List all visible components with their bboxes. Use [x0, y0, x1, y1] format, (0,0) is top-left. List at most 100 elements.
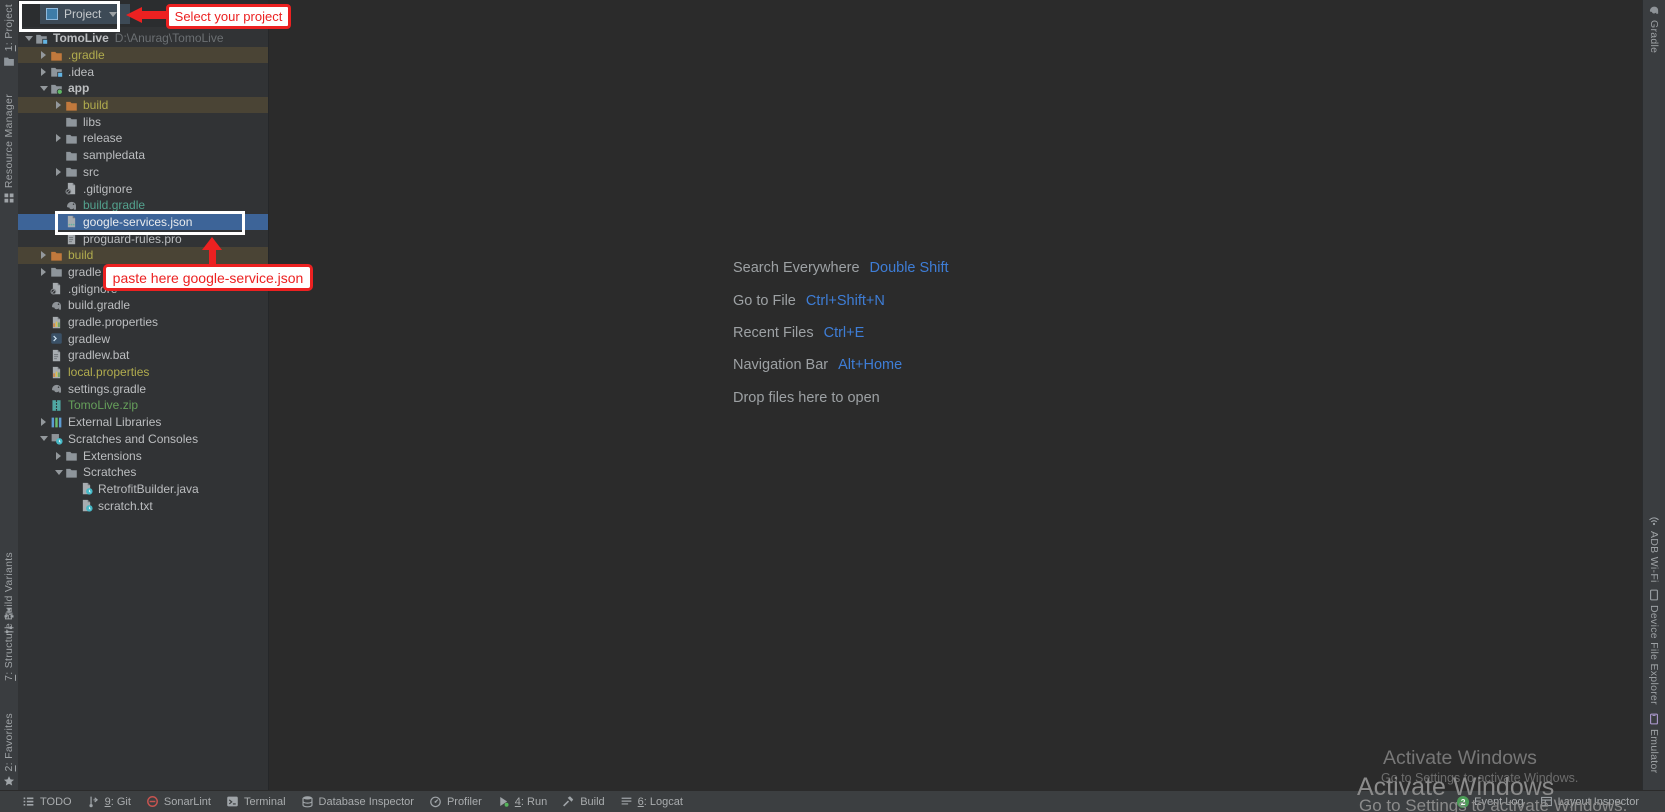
status-button-label: SonarLint: [164, 796, 211, 808]
wifi-icon: [1648, 515, 1660, 527]
status-button-todo[interactable]: TODO: [22, 795, 72, 808]
tree-item-label: .gradle: [68, 48, 105, 62]
android-studio-window: 1: ProjectResource ManagerBuild Variants…: [0, 0, 1665, 812]
chevron-right-icon[interactable]: [37, 51, 50, 59]
chevron-down-icon[interactable]: [37, 436, 50, 441]
chevron-right-icon[interactable]: [52, 134, 65, 142]
folder-icon: [65, 165, 79, 178]
folder-orange-icon: [65, 99, 79, 112]
tree-row-gradlew-bat[interactable]: gradlew.bat: [18, 347, 268, 364]
chevron-right-icon[interactable]: [37, 418, 50, 426]
chevron-right-icon[interactable]: [52, 452, 65, 460]
editor-area: Search EverywhereDouble ShiftGo to FileC…: [269, 0, 1643, 790]
tree-row-tomolive[interactable]: TomoLiveD:\Anurag\TomoLive: [18, 30, 268, 47]
shortcut-line-search-everywhere: Search EverywhereDouble Shift: [733, 252, 949, 284]
tree-row-tomolive-zip[interactable]: TomoLive.zip: [18, 397, 268, 414]
tree-row-local-properties[interactable]: local.properties: [18, 364, 268, 381]
tree-item-label: release: [83, 131, 122, 145]
database-icon: [301, 795, 314, 808]
tool-window-button-project[interactable]: 1: Project: [0, 4, 18, 67]
chevron-right-icon[interactable]: [37, 251, 50, 259]
shortcut-label: Search Everywhere: [733, 260, 860, 276]
tool-window-button-device-file-explorer[interactable]: Device File Explorer: [1643, 589, 1665, 705]
gradle-sm-icon: [1648, 4, 1660, 16]
shortcut-line-recent-files: Recent FilesCtrl+E: [733, 317, 949, 349]
status-button-database-inspector[interactable]: Database Inspector: [301, 795, 414, 808]
status-button-terminal[interactable]: Terminal: [226, 795, 286, 808]
console-icon: [50, 332, 64, 345]
status-button-event-log[interactable]: 2Event Log: [1457, 796, 1524, 808]
tree-row-gradlew[interactable]: gradlew: [18, 330, 268, 347]
tree-item-label: gradlew: [68, 332, 110, 346]
zip-icon: [50, 399, 64, 412]
text-scratch-icon: [80, 499, 94, 512]
status-button-sonarlint[interactable]: SonarLint: [146, 795, 211, 808]
chevron-down-icon[interactable]: [37, 86, 50, 91]
tree-row-gitignore[interactable]: .gitignore: [18, 180, 268, 197]
event-count-badge: 2: [1457, 796, 1469, 808]
status-button-run[interactable]: 4: Run: [497, 795, 547, 808]
tool-window-button-favorites[interactable]: 2: Favorites: [0, 713, 18, 787]
status-bar-right: 2Event Log Layout Inspector: [1457, 791, 1639, 812]
chevron-down-icon[interactable]: [52, 470, 65, 475]
tree-row-idea[interactable]: .idea: [18, 63, 268, 80]
tree-row-build[interactable]: build: [18, 97, 268, 114]
tool-window-button-emulator[interactable]: Emulator: [1643, 713, 1665, 773]
shortcut-keys: Alt+Home: [838, 357, 902, 373]
properties-icon: [50, 316, 64, 329]
chevron-down-icon[interactable]: [22, 36, 35, 41]
chevron-right-icon[interactable]: [52, 101, 65, 109]
tree-row-retrofitbuilder-java[interactable]: RetrofitBuilder.java: [18, 481, 268, 498]
status-button-logcat[interactable]: 6: Logcat: [620, 795, 683, 808]
logcat-icon: [620, 795, 633, 808]
tree-row-release[interactable]: release: [18, 130, 268, 147]
status-button-git[interactable]: 9: Git: [87, 795, 131, 808]
run-icon: [497, 795, 510, 808]
annotation-highlight-google-services: [55, 211, 245, 235]
tree-row-app[interactable]: app: [18, 80, 268, 97]
folder-idea-icon: [50, 65, 64, 78]
tool-window-button-structure[interactable]: 7: Structure: [0, 607, 18, 681]
annotation-paste-here: paste here google-service.json: [103, 264, 313, 291]
folder-icon: [3, 55, 15, 67]
gradle-icon: [65, 199, 79, 212]
tree-row-scratches-and-consoles[interactable]: Scratches and Consoles: [18, 431, 268, 448]
tree-item-label: External Libraries: [68, 415, 161, 429]
tree-row-scratches[interactable]: Scratches: [18, 464, 268, 481]
tree-item-label: gradle: [68, 265, 101, 279]
tree-row-gradle-properties[interactable]: gradle.properties: [18, 314, 268, 331]
tree-row-gradle[interactable]: .gradle: [18, 47, 268, 64]
chevron-right-icon[interactable]: [37, 268, 50, 276]
tool-window-button-adb-wifi[interactable]: ADB Wi-Fi: [1643, 515, 1665, 583]
hammer-icon: [562, 795, 575, 808]
tree-row-build[interactable]: build: [18, 247, 268, 264]
tree-item-label: .idea: [68, 65, 94, 79]
tree-row-src[interactable]: src: [18, 164, 268, 181]
git-icon: [87, 795, 100, 808]
annotation-arrow-up-shaft: [209, 250, 216, 264]
tree-row-sampledata[interactable]: sampledata: [18, 147, 268, 164]
shortcut-label: Go to File: [733, 293, 796, 309]
tree-row-settings-gradle[interactable]: settings.gradle: [18, 380, 268, 397]
tree-row-scratch-txt[interactable]: scratch.txt: [18, 497, 268, 514]
device-icon: [1648, 589, 1660, 601]
annotation-arrow-left-icon: [126, 7, 142, 23]
folder-icon: [65, 466, 79, 479]
tree-item-label: scratch.txt: [98, 499, 153, 513]
status-button-profiler[interactable]: Profiler: [429, 795, 482, 808]
file-icon: [50, 349, 64, 362]
chevron-right-icon[interactable]: [52, 168, 65, 176]
tree-row-libs[interactable]: libs: [18, 113, 268, 130]
status-button-build[interactable]: Build: [562, 795, 604, 808]
layout-icon: [1540, 795, 1553, 808]
chevron-right-icon[interactable]: [37, 68, 50, 76]
status-button-layout-inspector[interactable]: Layout Inspector: [1540, 795, 1639, 808]
resource-icon: [3, 192, 15, 204]
tree-row-extensions[interactable]: Extensions: [18, 447, 268, 464]
right-tool-stripe: Gradle ADB Wi-Fi Device File Explorer Emula…: [1642, 0, 1665, 790]
tree-row-external-libraries[interactable]: External Libraries: [18, 414, 268, 431]
status-button-label: 9: Git: [105, 796, 131, 808]
tool-window-button-gradle[interactable]: Gradle: [1643, 4, 1665, 53]
tree-row-build-gradle[interactable]: build.gradle: [18, 297, 268, 314]
tool-window-button-resource-manager[interactable]: Resource Manager: [0, 94, 18, 204]
